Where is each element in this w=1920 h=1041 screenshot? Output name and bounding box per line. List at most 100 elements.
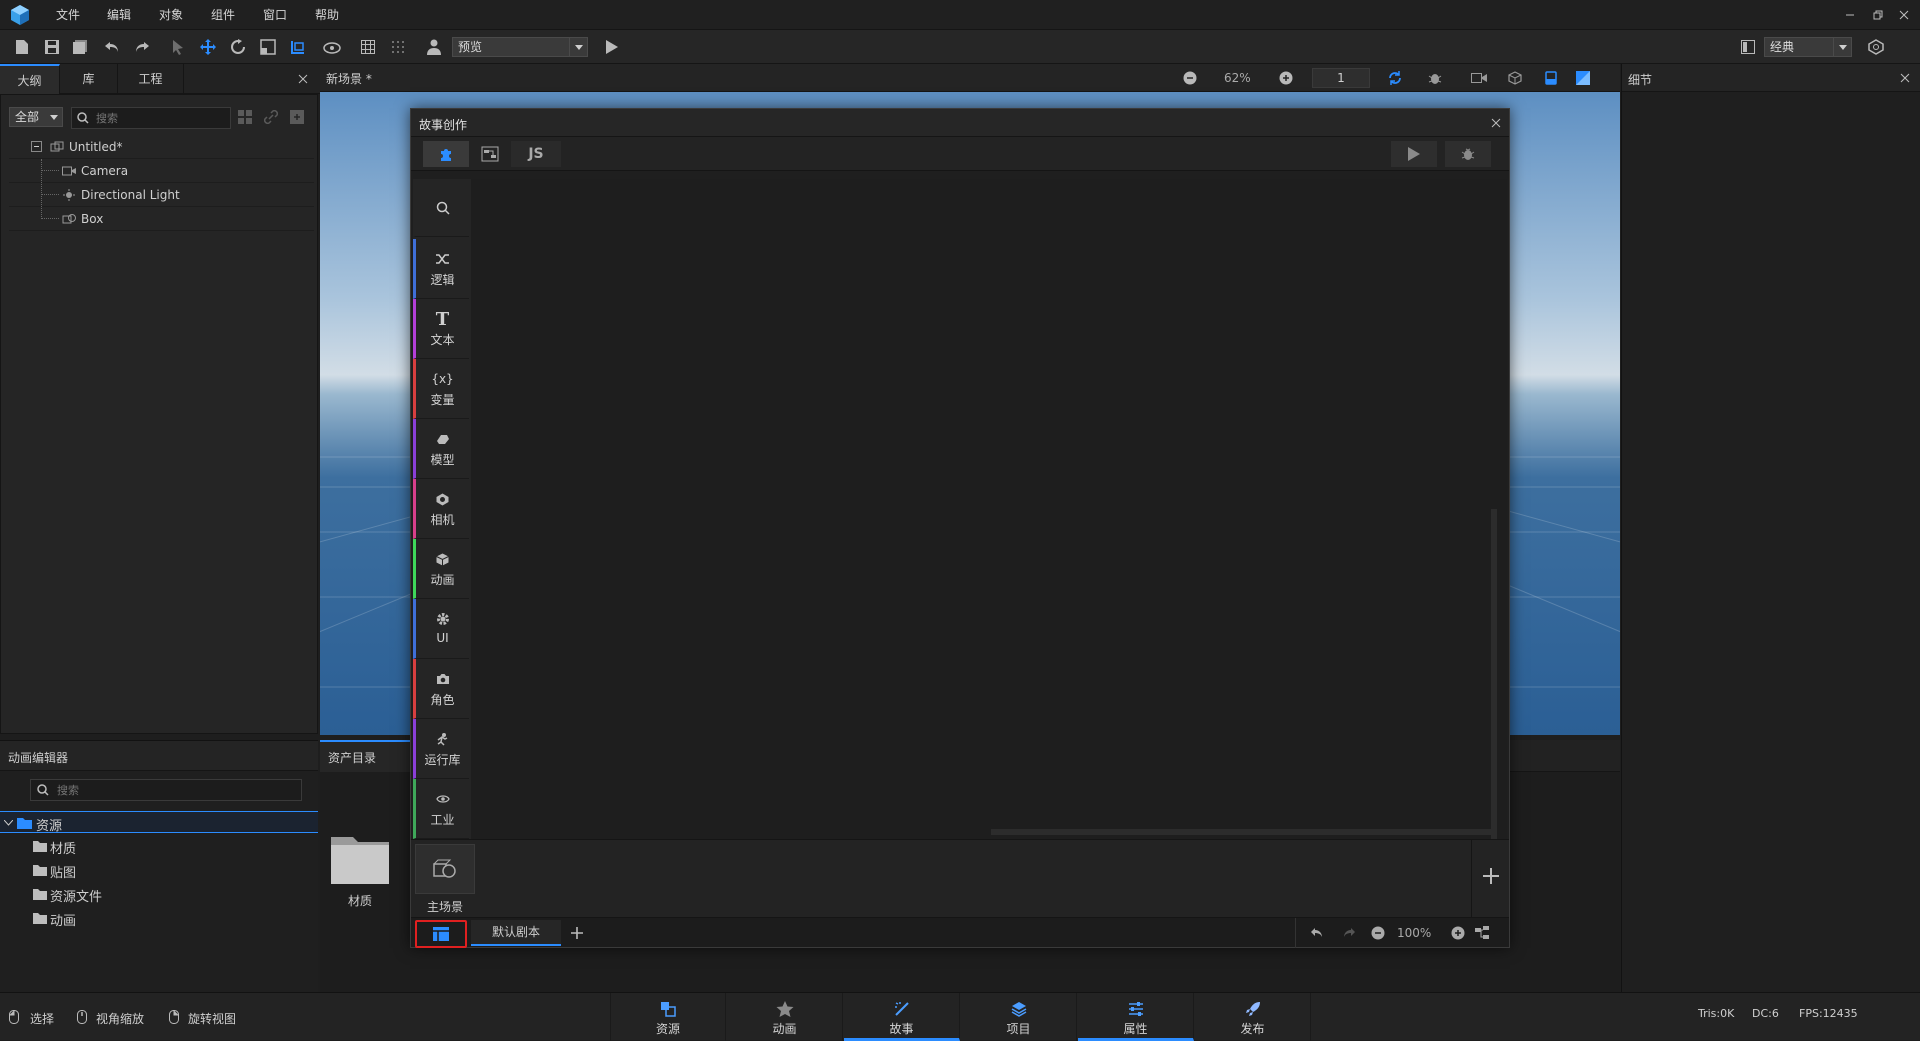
category-variable[interactable]: {x} 变量 (413, 359, 469, 419)
dot-grid-icon[interactable] (386, 36, 410, 58)
zoom-out-icon[interactable] (1182, 70, 1198, 86)
category-model[interactable]: 模型 (413, 419, 469, 479)
menu-help[interactable]: 帮助 (315, 0, 339, 30)
fit-view-icon[interactable] (1473, 924, 1491, 942)
category-ui[interactable]: UI (413, 599, 469, 659)
category-camera[interactable]: 相机 (413, 479, 469, 539)
blocks-mode-tab[interactable] (423, 141, 469, 167)
category-logic[interactable]: 逻辑 (413, 239, 469, 299)
category-industry[interactable]: 工业 (413, 779, 469, 839)
mouse-right-icon (168, 1009, 180, 1025)
asset-folder-item[interactable]: 材质 (328, 830, 392, 910)
horizontal-scrollbar[interactable] (991, 829, 1491, 835)
anim-search-box[interactable] (30, 779, 302, 801)
save-icon[interactable] (40, 36, 64, 58)
tree-item-camera[interactable]: Camera (9, 159, 314, 183)
rotate-tool-icon[interactable] (226, 36, 250, 58)
menu-bar: 文件 编辑 对象 组件 窗口 帮助 (0, 0, 1920, 30)
scale-tool-icon[interactable] (256, 36, 280, 58)
tab-outline[interactable]: 大纲 (0, 64, 60, 94)
bottom-tab-publish[interactable]: 发布 (1195, 993, 1311, 1041)
export-icon[interactable] (289, 109, 305, 125)
preview-select[interactable]: 预览 (452, 37, 588, 57)
menu-component[interactable]: 组件 (211, 0, 235, 30)
menu-file[interactable]: 文件 (56, 0, 80, 30)
cloud-icon[interactable] (320, 36, 344, 58)
layer-icon[interactable] (1542, 69, 1560, 87)
close-window-icon[interactable] (1896, 7, 1912, 23)
save-all-icon[interactable] (68, 36, 92, 58)
bottom-tab-properties[interactable]: 属性 (1078, 993, 1194, 1041)
add-scene-icon[interactable] (1477, 862, 1505, 890)
undo-icon[interactable] (100, 36, 124, 58)
js-mode-tab[interactable]: JS (511, 141, 561, 167)
story-canvas[interactable] (471, 179, 1507, 839)
menu-object[interactable]: 对象 (159, 0, 183, 30)
script-list-icon[interactable] (415, 920, 467, 948)
category-animation[interactable]: 动画 (413, 539, 469, 599)
tree-item-root[interactable]: Untitled* (9, 135, 314, 159)
outline-search-input[interactable] (96, 110, 226, 126)
select-tool-icon[interactable] (166, 36, 190, 58)
tab-asset-directory[interactable]: 资产目录 (320, 740, 410, 772)
tree-item-light[interactable]: Directional Light (9, 183, 314, 207)
run-script-icon[interactable] (1391, 141, 1437, 167)
grid-icon[interactable] (356, 36, 380, 58)
video-camera-icon[interactable] (1470, 69, 1488, 87)
script-tab-default[interactable]: 默认剧本 (471, 920, 561, 946)
main-scene-item[interactable]: 主场景 (415, 844, 475, 916)
tab-library[interactable]: 库 (60, 64, 118, 94)
play-icon[interactable] (600, 36, 624, 58)
tree-item-box[interactable]: Box (9, 207, 314, 231)
user-icon[interactable] (422, 36, 446, 58)
flow-mode-tab[interactable] (471, 141, 509, 167)
layout-select[interactable]: 经典 (1764, 37, 1852, 57)
frame-input[interactable]: 1 (1312, 68, 1370, 88)
debug-bug-icon[interactable] (1426, 69, 1444, 87)
gradient-icon[interactable] (1574, 69, 1592, 87)
restore-icon[interactable] (1870, 7, 1886, 23)
collapse-icon[interactable] (31, 141, 42, 152)
bottom-tab-project[interactable]: 项目 (961, 993, 1077, 1041)
zoom-in-icon[interactable] (1449, 924, 1467, 942)
new-file-icon[interactable] (10, 36, 34, 58)
menu-edit[interactable]: 编辑 (107, 0, 131, 30)
group-icon[interactable] (237, 109, 253, 125)
mouse-wheel-icon (76, 1009, 88, 1025)
search-icon (76, 111, 90, 125)
cube-icon[interactable] (1506, 69, 1524, 87)
bottom-tab-resources[interactable]: 资源 (610, 993, 726, 1041)
sync-icon[interactable] (1386, 69, 1404, 87)
close-panel-icon[interactable] (296, 72, 310, 86)
bottom-tab-animation[interactable]: 动画 (727, 993, 843, 1041)
chevron-down-icon[interactable] (3, 818, 13, 828)
bottom-tab-story[interactable]: 故事 (844, 993, 960, 1041)
anim-search-input[interactable] (57, 782, 297, 798)
add-script-icon[interactable] (567, 923, 587, 943)
tab-project[interactable]: 工程 (118, 64, 184, 94)
link-icon[interactable] (263, 109, 279, 125)
category-character[interactable]: 角色 (413, 659, 469, 719)
bottom-tab-label: 故事 (889, 1022, 914, 1036)
undo-icon[interactable] (1307, 924, 1327, 942)
outline-search-box[interactable] (71, 107, 231, 129)
category-runtime[interactable]: 运行库 (413, 719, 469, 779)
debug-script-icon[interactable] (1445, 141, 1491, 167)
close-panel-icon[interactable] (1898, 71, 1912, 85)
category-text[interactable]: T 文本 (413, 299, 469, 359)
category-search[interactable] (413, 179, 469, 237)
close-dialog-icon[interactable] (1489, 116, 1503, 130)
settings-hex-icon[interactable] (1864, 36, 1888, 58)
outline-filter-select[interactable]: 全部 (9, 107, 63, 127)
snap-tool-icon[interactable] (286, 36, 310, 58)
resource-tree-root[interactable]: 资源 (0, 811, 318, 834)
layout-panel-icon[interactable] (1736, 36, 1760, 58)
redo-icon[interactable] (1339, 924, 1359, 942)
zoom-in-icon[interactable] (1278, 70, 1294, 86)
menu-window[interactable]: 窗口 (263, 0, 287, 30)
minimize-icon[interactable] (1842, 7, 1858, 23)
redo-icon[interactable] (130, 36, 154, 58)
move-tool-icon[interactable] (196, 36, 220, 58)
vertical-scrollbar[interactable] (1491, 509, 1497, 839)
zoom-out-icon[interactable] (1369, 924, 1387, 942)
